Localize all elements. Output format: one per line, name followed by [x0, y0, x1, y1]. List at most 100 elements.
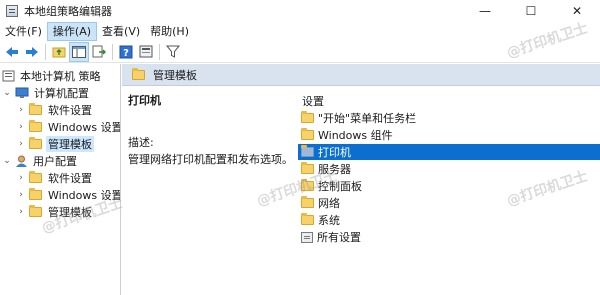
tree-item-computer-windows-settings[interactable]: › Windows 设置	[16, 118, 121, 135]
menu-view[interactable]: 查看(V)	[97, 22, 145, 41]
minimize-button[interactable]: —	[462, 0, 508, 22]
chevron-right-icon[interactable]: ›	[16, 105, 26, 115]
folder-icon	[29, 102, 42, 115]
tree-pane: 本地计算机 策略 ⌄ 计算机配置 › 软件设置 › Windows 设置 › 管…	[0, 64, 121, 295]
folder-icon	[301, 179, 314, 191]
menu-bar: 文件(F) 操作(A) 查看(V) 帮助(H)	[0, 22, 600, 41]
description-text: 管理网络打印机配置和发布选项。	[128, 153, 293, 166]
list-item-label: 网络	[318, 197, 340, 210]
list-item[interactable]: Windows 组件	[298, 127, 600, 143]
list-item[interactable]: 所有设置	[298, 229, 600, 245]
tree-item-user-windows-settings[interactable]: › Windows 设置	[16, 186, 121, 203]
toolbar-separator	[45, 43, 46, 60]
description-label: 描述:	[128, 136, 154, 149]
chevron-down-icon[interactable]: ⌄	[2, 88, 12, 98]
tree-item-local-computer-policy[interactable]: 本地计算机 策略	[2, 67, 103, 84]
tree-label: 软件设置	[48, 171, 92, 185]
up-folder-icon	[52, 47, 66, 58]
tree-item-user-software-settings[interactable]: › 软件设置	[16, 169, 94, 186]
chevron-right-icon[interactable]: ›	[16, 190, 26, 200]
computer-policy-icon	[2, 70, 15, 81]
tree-label: Windows 设置	[48, 120, 121, 134]
column-header-setting[interactable]: 设置	[302, 93, 324, 109]
folder-icon	[301, 213, 314, 225]
show-hide-tree-icon	[72, 45, 86, 58]
list-item[interactable]: 网络	[298, 195, 600, 211]
maximize-button[interactable]: ☐	[508, 0, 554, 22]
folder-icon	[301, 145, 314, 157]
tree-item-computer-software-settings[interactable]: › 软件设置	[16, 101, 94, 118]
chevron-right-icon[interactable]: ›	[16, 207, 26, 217]
properties-icon	[139, 45, 153, 58]
menu-help[interactable]: 帮助(H)	[145, 22, 194, 41]
folder-icon	[301, 162, 314, 174]
tree-label: 用户配置	[33, 154, 77, 168]
list-item-label: 所有设置	[317, 231, 361, 244]
list-item[interactable]: "开始"菜单和任务栏	[298, 110, 600, 126]
folder-icon	[29, 204, 42, 217]
menu-file[interactable]: 文件(F)	[0, 22, 47, 41]
tree-item-user-admin-templates[interactable]: › 管理模板	[16, 203, 94, 220]
toolbar-separator	[159, 43, 160, 60]
export-list-button[interactable]	[89, 42, 109, 62]
window-controls: — ☐ ✕	[462, 0, 600, 22]
help-button[interactable]: ?	[116, 42, 136, 62]
description-panel: 打印机 描述: 管理网络打印机配置和发布选项。	[128, 92, 293, 167]
chevron-right-icon[interactable]: ›	[16, 139, 26, 149]
details-pane: 管理模板 打印机 描述: 管理网络打印机配置和发布选项。 设置 "开始"菜单和任…	[122, 64, 600, 295]
chevron-down-icon[interactable]: ⌄	[2, 156, 12, 166]
folder-icon	[301, 196, 314, 208]
tree-label: 本地计算机 策略	[20, 69, 101, 83]
settings-page-icon	[301, 231, 313, 243]
folder-icon	[301, 111, 314, 123]
list-item-label: 控制面板	[318, 180, 362, 193]
app-icon	[6, 5, 18, 17]
folder-icon	[29, 136, 42, 149]
tree-item-computer-config[interactable]: ⌄ 计算机配置	[2, 84, 91, 101]
menu-action[interactable]: 操作(A)	[46, 22, 98, 41]
list-item[interactable]: 服务器	[298, 161, 600, 177]
list-item-label: 服务器	[318, 163, 351, 176]
list-item[interactable]: 系统	[298, 212, 600, 228]
chevron-right-icon[interactable]: ›	[16, 122, 26, 132]
tree-item-user-config[interactable]: ⌄ 用户配置	[2, 152, 79, 169]
window-title: 本地组策略编辑器	[24, 5, 112, 18]
forward-button[interactable]	[22, 42, 42, 62]
tree-label: 计算机配置	[34, 86, 89, 100]
tree-label: 管理模板	[46, 135, 94, 152]
close-button[interactable]: ✕	[554, 0, 600, 22]
list-item-label: "开始"菜单和任务栏	[318, 112, 417, 125]
description-title: 打印机	[128, 94, 161, 107]
properties-button[interactable]	[136, 42, 156, 62]
folder-icon	[132, 67, 145, 80]
folder-icon	[301, 128, 314, 140]
help-icon: ?	[119, 45, 133, 59]
back-button[interactable]	[2, 42, 22, 62]
folder-icon	[29, 119, 42, 132]
tree-label: 软件设置	[48, 103, 92, 117]
forward-arrow-icon	[26, 46, 38, 57]
list-item-selected[interactable]: 打印机	[298, 144, 600, 160]
tree-label: Windows 设置	[48, 188, 121, 202]
up-one-level-button[interactable]	[49, 42, 69, 62]
list-item[interactable]: 控制面板	[298, 178, 600, 194]
list-item-label: 系统	[318, 214, 340, 227]
filter-icon	[166, 45, 180, 58]
chevron-right-icon[interactable]: ›	[16, 173, 26, 183]
tree-item-computer-admin-templates[interactable]: › 管理模板	[16, 135, 94, 152]
back-arrow-icon	[6, 46, 18, 57]
list-item-label: Windows 组件	[318, 129, 393, 142]
toolbar: ?	[0, 41, 600, 63]
toolbar-separator	[112, 43, 113, 60]
folder-icon	[29, 187, 42, 200]
list-item-label: 打印机	[318, 146, 351, 159]
pane-header: 管理模板	[122, 64, 600, 86]
pane-header-title: 管理模板	[153, 68, 197, 82]
user-icon	[16, 155, 27, 167]
svg-text:?: ?	[123, 48, 129, 59]
folder-icon	[29, 170, 42, 183]
filter-button[interactable]	[163, 42, 183, 62]
title-bar: 本地组策略编辑器 — ☐ ✕	[0, 0, 600, 22]
tree-label: 管理模板	[48, 205, 92, 219]
show-hide-tree-button[interactable]	[69, 41, 89, 62]
